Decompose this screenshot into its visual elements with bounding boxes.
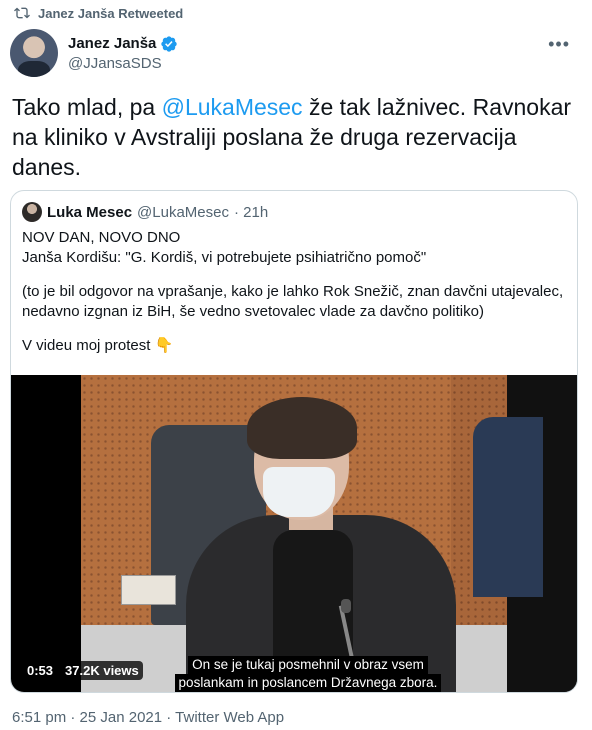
tweet-text: Tako mlad, pa @LukaMesec že tak lažnivec… <box>12 92 572 182</box>
quoted-author-name: Luka Mesec <box>47 203 133 221</box>
video-player[interactable]: On se je tukaj posmehnil v obraz vsem po… <box>11 375 577 692</box>
video-duration: 0:53 <box>23 661 58 680</box>
tweet-footer-meta[interactable]: 6:51 pm · 25 Jan 2021 · Twitter Web App <box>12 709 284 726</box>
video-person-right <box>473 417 543 597</box>
quoted-avatar <box>22 202 42 222</box>
verified-icon <box>161 35 178 52</box>
video-microphone-head <box>341 599 351 613</box>
subtitle-line-2: poslankam in poslancem Državnega zbora. <box>174 674 442 692</box>
author-name-line: Janez Janša <box>68 35 178 53</box>
quoted-line-1: NOV DAN, NOVO DNO <box>22 229 181 246</box>
quoted-line-3: (to je bil odgovor na vprašanje, kako je… <box>22 283 564 320</box>
quoted-tweet[interactable]: Luka Mesec @LukaMesec · 21h NOV DAN, NOV… <box>10 190 578 693</box>
quoted-tweet-header: Luka Mesec @LukaMesec · 21h <box>22 202 268 222</box>
quoted-author-handle: @LukaMesec <box>137 203 229 221</box>
more-options-icon[interactable]: ••• <box>548 34 570 55</box>
author-name[interactable]: Janez Janša <box>68 35 156 52</box>
video-badges: 0:53 37.2K views <box>23 661 143 680</box>
video-person-mask <box>263 467 335 517</box>
video-views: 37.2K views <box>61 661 143 680</box>
retweet-label[interactable]: Janez Janša Retweeted <box>38 6 183 21</box>
author-handle[interactable]: @JJansaSDS <box>68 55 178 72</box>
retweet-icon <box>14 7 30 19</box>
mention-link[interactable]: @LukaMesec <box>162 94 303 120</box>
author-info: Janez Janša @JJansaSDS <box>68 35 178 72</box>
quoted-line-2: Janša Kordišu: "G. Kordiš, vi potrebujet… <box>22 249 427 266</box>
quoted-timestamp: · 21h <box>233 203 269 221</box>
tweet-text-pre: Tako mlad, pa <box>12 94 162 120</box>
video-subtitles: On se je tukaj posmehnil v obraz vsem po… <box>167 656 449 692</box>
quoted-tweet-text: NOV DAN, NOVO DNO Janša Kordišu: "G. Kor… <box>22 228 568 356</box>
video-name-plate <box>121 575 176 605</box>
retweet-header: Janez Janša Retweeted <box>14 4 183 22</box>
avatar[interactable] <box>10 29 58 77</box>
video-person-hair <box>247 397 357 459</box>
subtitle-line-1: On se je tukaj posmehnil v obraz vsem <box>188 656 428 674</box>
quoted-line-4: V videu moj protest 👇 <box>22 337 174 354</box>
author-row: Janez Janša @JJansaSDS ••• <box>10 28 582 78</box>
